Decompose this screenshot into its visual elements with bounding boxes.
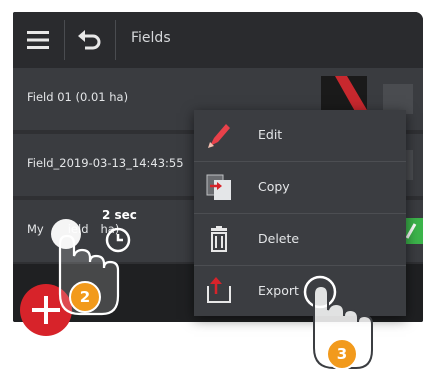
field-name: Field 01 (0.01 ha) xyxy=(27,90,129,104)
header-divider xyxy=(115,20,116,60)
step-badge: 2 xyxy=(69,281,101,313)
menu-button[interactable] xyxy=(13,12,63,68)
pencil-icon xyxy=(208,124,230,148)
copy-icon xyxy=(206,174,231,200)
field-name: Field_2019-03-13_14:43:55 xyxy=(27,156,184,170)
menu-item-edit[interactable]: Edit xyxy=(194,110,406,161)
menu-item-copy[interactable]: Copy xyxy=(194,161,406,213)
back-arrow-icon xyxy=(78,30,101,50)
step-badge: 3 xyxy=(326,338,358,370)
hamburger-icon xyxy=(27,31,49,49)
menu-item-delete[interactable]: Delete xyxy=(194,213,406,265)
menu-item-label: Copy xyxy=(258,179,290,194)
top-bar: Fields xyxy=(13,12,423,68)
trash-icon xyxy=(211,226,227,252)
menu-item-label: Export xyxy=(258,283,299,298)
menu-item-label: Delete xyxy=(258,231,300,246)
menu-item-label: Edit xyxy=(258,127,283,142)
field-name-part: My xyxy=(27,222,44,236)
back-button[interactable] xyxy=(65,12,115,68)
export-icon xyxy=(207,277,231,303)
page-title: Fields xyxy=(131,30,171,46)
